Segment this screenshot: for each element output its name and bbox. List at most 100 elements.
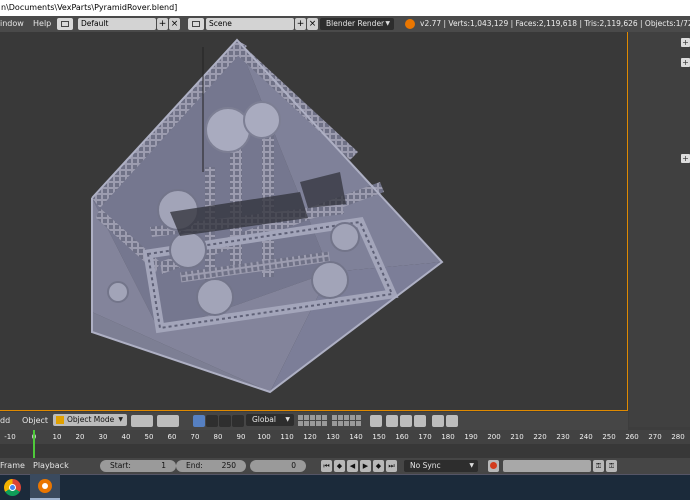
blender-app-icon [38,479,52,493]
delete-layout-button[interactable]: × [169,18,180,30]
rotate-icon[interactable] [219,415,231,427]
tick-label: 240 [579,433,593,441]
sync-dropdown[interactable]: No Sync ▼ [404,460,478,472]
lock-layers-icon[interactable] [370,415,382,427]
jump-start-icon[interactable]: ⏮ [321,460,332,472]
object-mode-dropdown[interactable]: Object Mode ▼ [53,414,127,426]
info-header: indow Help Default + × Scene + × Blender… [0,16,690,32]
tick-label: 90 [236,433,246,441]
current-frame-field[interactable]: 0 [250,460,306,472]
tick-label: 70 [190,433,200,441]
layers-icon[interactable] [332,415,361,426]
scene-stats: v2.77 | Verts:1,043,129 | Faces:2,119,61… [420,19,690,28]
tick-label: 80 [213,433,223,441]
os-taskbar [0,474,690,500]
sync-label: No Sync [410,461,441,470]
tick-label: 160 [395,433,409,441]
orientation-label: Global [252,415,276,424]
tick-label: 150 [372,433,386,441]
play-reverse-icon[interactable]: ◀ [347,460,358,472]
snap-target-icon[interactable] [414,415,426,427]
add-scene-button[interactable]: + [295,18,306,30]
object-mode-label: Object Mode [67,415,115,424]
menu-add[interactable]: dd [0,412,10,430]
properties-strip [629,32,690,427]
render-preview-icon[interactable] [432,415,444,427]
tick-label: 200 [487,433,501,441]
tick-label: 110 [280,433,294,441]
end-frame-field[interactable]: End: 250 [176,460,246,472]
tick-label: 60 [167,433,177,441]
blender-logo-icon [405,19,415,29]
chevron-down-icon: ▼ [385,20,390,27]
tick-label: 10 [52,433,62,441]
record-icon[interactable] [488,460,499,472]
add-layout-button[interactable]: + [157,18,168,30]
start-frame-value: 1 [161,461,166,470]
tick-label: 140 [349,433,363,441]
current-frame-value: 0 [291,461,296,470]
tick-label: 230 [556,433,570,441]
plus-icon[interactable]: + [681,154,690,163]
menu-playback[interactable]: Playback [33,458,69,474]
tick-label: 270 [648,433,662,441]
tick-label: 30 [98,433,108,441]
tick-label: 220 [533,433,547,441]
layers-icon[interactable] [298,415,327,426]
tick-label: 260 [625,433,639,441]
delete-scene-button[interactable]: × [307,18,318,30]
insert-keyframe-icon[interactable]: ⚿ [593,460,604,472]
3d-viewport[interactable] [0,32,628,411]
jump-end-icon[interactable]: ⏭ [386,460,397,472]
object-mode-icon [56,416,64,424]
scene-icon[interactable] [188,18,204,30]
menu-frame[interactable]: Frame [0,458,25,474]
plus-icon[interactable]: + [681,58,690,67]
timeline[interactable]: -10 0 10 20 30 40 50 60 70 80 90 100 110… [0,430,690,458]
snap-icon[interactable] [400,415,412,427]
play-icon[interactable]: ▶ [360,460,371,472]
camera-icon[interactable] [446,415,458,427]
layout-selector[interactable]: Default [78,18,156,30]
timeline-ruler[interactable]: -10 0 10 20 30 40 50 60 70 80 90 100 110… [0,430,690,444]
translate-icon[interactable] [206,415,218,427]
pivot-icon[interactable] [157,415,179,427]
next-keyframe-icon[interactable]: ◆ [373,460,384,472]
scene-selector[interactable]: Scene [206,18,294,30]
orientation-dropdown[interactable]: Global ▼ [246,414,294,426]
render-engine-label: Blender Render [326,19,385,28]
timeline-track[interactable] [0,444,690,458]
playhead[interactable] [33,430,35,458]
menu-object[interactable]: Object [22,412,48,430]
tick-label: 190 [464,433,478,441]
tick-label: 280 [671,433,685,441]
chevron-down-icon: ▼ [285,416,290,423]
prev-keyframe-icon[interactable]: ◆ [334,460,345,472]
tick-label: 210 [510,433,524,441]
menu-window[interactable]: indow [0,16,24,32]
shading-icon[interactable] [131,415,153,427]
tick-label: 170 [418,433,432,441]
chrome-icon[interactable] [4,479,21,496]
tick-label: 20 [75,433,85,441]
blender-taskbar-button[interactable] [30,474,60,500]
window-title: n\Documents\VexParts\PyramidRover.blend] [0,0,690,16]
render-engine-dropdown[interactable]: Blender Render ▼ [320,18,394,30]
scale-icon[interactable] [232,415,244,427]
keying-set-field[interactable] [503,460,591,472]
layout-icon[interactable] [57,18,73,30]
end-frame-label: End: [186,461,203,470]
tick-label: 130 [326,433,340,441]
tick-label: 40 [121,433,131,441]
menu-help[interactable]: Help [33,16,51,32]
delete-keyframe-icon[interactable]: ⚿ [606,460,617,472]
chevron-down-icon: ▼ [469,462,474,469]
start-frame-field[interactable]: Start: 1 [100,460,176,472]
view3d-header: dd Object Object Mode ▼ Global ▼ [0,412,628,430]
manipulator-icon[interactable] [193,415,205,427]
tick-label: 100 [257,433,271,441]
plus-icon[interactable]: + [681,38,690,47]
chevron-down-icon: ▼ [118,416,123,423]
tick-label: -10 [4,433,16,441]
proportional-edit-icon[interactable] [386,415,398,427]
